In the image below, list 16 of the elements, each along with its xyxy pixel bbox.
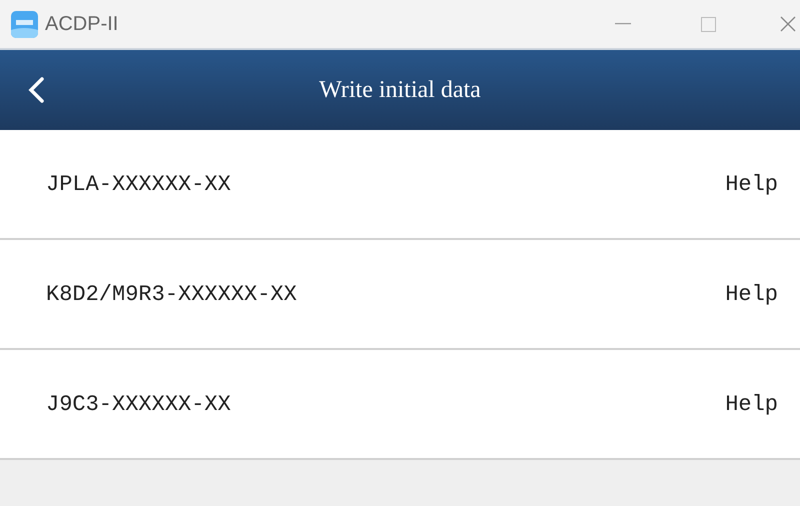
- close-icon[interactable]: [780, 16, 796, 32]
- maximize-icon[interactable]: [701, 16, 716, 32]
- list-row[interactable]: JPLA-XXXXXX-XX Help: [0, 130, 800, 240]
- help-link[interactable]: Help: [725, 278, 778, 310]
- item-label: K8D2/M9R3-XXXXXX-XX: [46, 280, 297, 308]
- list-row[interactable]: K8D2/M9R3-XXXXXX-XX Help: [0, 240, 800, 350]
- window-title: ACDP-II: [45, 12, 118, 37]
- back-icon[interactable]: [26, 77, 46, 103]
- help-link[interactable]: Help: [725, 168, 778, 200]
- minimize-icon[interactable]: [615, 23, 631, 25]
- help-link[interactable]: Help: [725, 388, 778, 420]
- page-title: Write initial data: [319, 76, 481, 105]
- item-label: JPLA-XXXXXX-XX: [46, 170, 231, 198]
- item-label: J9C3-XXXXXX-XX: [46, 390, 231, 418]
- app-icon: [11, 10, 38, 38]
- list-row[interactable]: J9C3-XXXXXX-XX Help: [0, 350, 800, 460]
